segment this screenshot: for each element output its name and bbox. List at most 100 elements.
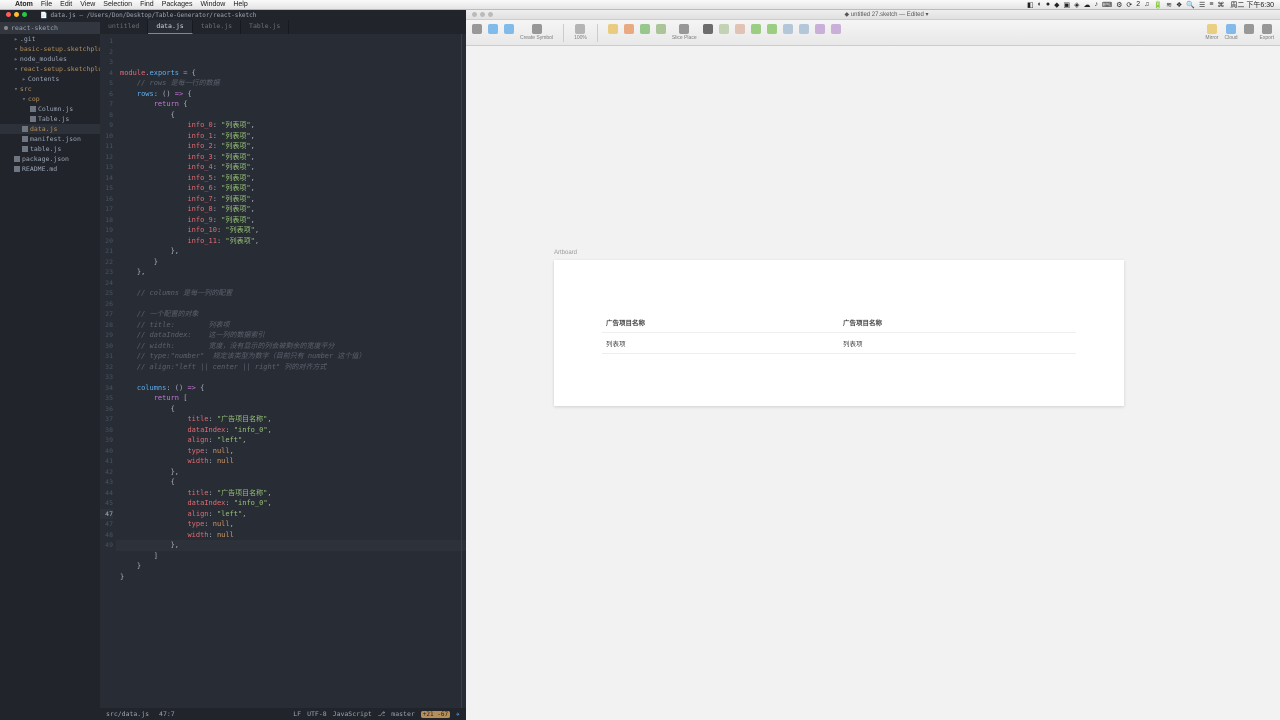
code-line[interactable]: type: null, [116,519,466,530]
menubar-status-icon[interactable]: ◆ [1054,1,1059,9]
code-line[interactable]: width: null [116,456,466,467]
sketch-canvas[interactable]: Artboard 广告项目名称广告项目名称 列表项列表项 [466,46,1280,720]
toolbar-tool[interactable] [735,24,745,41]
toolbar-tool[interactable] [831,24,841,41]
toolbar-tool[interactable]: Create Symbol [520,24,553,41]
editor-tabs[interactable]: untitleddata.jstable.jsTable.js [100,20,466,34]
code-line[interactable]: } [116,572,466,583]
code-line[interactable]: type: null, [116,446,466,457]
window-traffic-lights[interactable] [472,12,493,17]
tree-item[interactable]: manifest.json [0,134,100,144]
code-line[interactable]: info_2: "列表项", [116,141,466,152]
code-line[interactable]: rows: () => { [116,89,466,100]
code-line[interactable]: info_3: "列表项", [116,152,466,163]
toolbar-tool[interactable]: Mirror [1205,24,1218,41]
code-line[interactable]: columns: () => { [116,383,466,394]
toolbar-tool[interactable] [751,24,761,41]
toolbar-tool[interactable] [504,24,514,41]
code-line[interactable]: ] [116,551,466,562]
status-file[interactable]: src/data.js [106,710,149,718]
file-tree-sidebar[interactable]: react-sketch .gitbasic-setup.sketchplugi… [0,20,100,720]
tree-item[interactable]: basic-setup.sketchplugin [0,44,100,54]
menu-file[interactable]: File [41,1,52,8]
code-line[interactable]: title: "广告项目名称", [116,488,466,499]
code-line[interactable] [116,372,466,383]
code-line[interactable]: width: null [116,530,466,541]
menubar-status-icon[interactable]: ◧ [1027,1,1034,9]
menubar-status-icon[interactable]: ⌨ [1102,1,1112,9]
code-editor[interactable]: 1234567891011121314151617181920212223242… [100,34,466,708]
code-line[interactable]: // rows 是每一行的数据 [116,78,466,89]
code-line[interactable]: // dataIndex: 这一列的数据索引 [116,330,466,341]
artboard[interactable]: 广告项目名称广告项目名称 列表项列表项 [554,260,1124,406]
code-line[interactable]: return [ [116,393,466,404]
menu-packages[interactable]: Packages [162,1,193,8]
code-line[interactable]: } [116,257,466,268]
toolbar-tool[interactable]: Cloud [1224,24,1237,41]
status-sync-icon[interactable]: ✈ [456,710,460,718]
menu-help[interactable]: Help [233,1,247,8]
code-line[interactable]: dataIndex: "info_0", [116,425,466,436]
tree-item[interactable]: README.md [0,164,100,174]
code-line[interactable]: dataIndex: "info_0", [116,498,466,509]
status-line-ending[interactable]: LF [293,710,301,718]
status-cursor-pos[interactable]: 47:7 [159,710,175,718]
code-line[interactable]: align: "left", [116,435,466,446]
code-line[interactable]: info_9: "列表项", [116,215,466,226]
menubar-status-icon[interactable]: 🔍 [1186,1,1195,9]
code-line[interactable]: info_8: "列表项", [116,204,466,215]
menubar-status-icon[interactable]: ❖ [1176,1,1182,9]
project-root[interactable]: react-sketch [0,22,100,34]
toolbar-tool[interactable] [719,24,729,41]
sketch-toolbar[interactable]: Create Symbol100%Slice PlaceMirrorCloudE… [466,20,1280,46]
toolbar-tool[interactable]: 100% [574,24,587,41]
toolbar-tool[interactable] [608,24,618,41]
menu-view[interactable]: View [80,1,95,8]
editor-tab[interactable]: untitled [100,20,148,34]
menubar-clock[interactable]: 周二 下午6:30 [1230,0,1274,10]
code-line[interactable]: info_10: "列表项", [116,225,466,236]
code-line[interactable] [116,278,466,289]
code-line[interactable]: info_7: "列表项", [116,194,466,205]
toolbar-tool[interactable] [624,24,634,41]
code-line[interactable]: // width: 宽度，没有显示的列会被剩余的宽度平分 [116,341,466,352]
window-traffic-lights[interactable] [6,12,27,17]
menubar-status-icon[interactable]: ☁ [1084,1,1091,9]
code-line[interactable]: info_0: "列表项", [116,120,466,131]
editor-tab[interactable]: table.js [193,20,241,34]
toolbar-tool[interactable]: Slice Place [672,24,697,41]
toolbar-tool[interactable] [767,24,777,41]
menubar-status-icon[interactable]: ▣ [1064,1,1071,9]
code-area[interactable]: module.exports = { // rows 是每一行的数据 rows:… [116,34,466,708]
status-diff[interactable]: +21 -67 [421,711,450,718]
code-line[interactable]: { [116,477,466,488]
menubar-status-icon[interactable]: ⌘ [1217,1,1224,9]
code-line[interactable]: info_1: "列表项", [116,131,466,142]
menubar-status-icon[interactable]: 🔋 [1153,1,1162,9]
status-language[interactable]: JavaScript [333,710,372,718]
code-line[interactable]: { [116,404,466,415]
code-line[interactable]: }, [116,467,466,478]
menu-edit[interactable]: Edit [60,1,72,8]
toolbar-tool[interactable] [799,24,809,41]
code-line[interactable]: info_4: "列表项", [116,162,466,173]
tree-item[interactable]: .git [0,34,100,44]
tree-item[interactable]: react-setup.sketchplugin [0,64,100,74]
tree-item[interactable]: table.js [0,144,100,154]
code-line[interactable]: return { [116,99,466,110]
code-line[interactable]: }, [116,246,466,257]
tree-item[interactable]: package.json [0,154,100,164]
menubar-status-icon[interactable]: ◈ [1074,1,1079,9]
menubar-status-icon[interactable]: ⟳ [1126,1,1132,9]
menubar-status-icon[interactable]: ⚙ [1116,1,1122,9]
code-line[interactable]: { [116,110,466,121]
code-line[interactable]: // type:"number" 规定该类型为数字（目前只有 number 这个… [116,351,466,362]
toolbar-tool[interactable] [472,24,482,41]
code-line[interactable]: }, [116,540,466,551]
menubar-status-icon[interactable]: ♪ [1095,1,1099,8]
status-encoding[interactable]: UTF-8 [307,710,327,718]
menubar-status-icon[interactable]: ≋ [1166,1,1172,9]
tree-item[interactable]: Table.js [0,114,100,124]
tree-item[interactable]: src [0,84,100,94]
editor-tab[interactable]: data.js [148,20,192,34]
